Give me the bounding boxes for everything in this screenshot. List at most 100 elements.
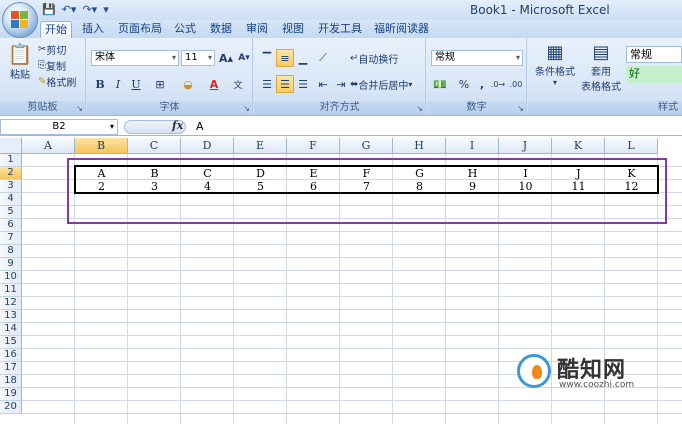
row-header-20[interactable]: 20 [0, 401, 22, 414]
align-center-icon[interactable]: ☰ [276, 75, 294, 93]
column-header-i[interactable]: I [446, 138, 499, 154]
chevron-down-icon: ▾ [171, 53, 176, 62]
italic-button[interactable]: I [109, 75, 127, 93]
row-header-4[interactable]: 4 [0, 193, 22, 206]
column-header-g[interactable]: G [340, 138, 393, 154]
coozhi-watermark: 酷知网 www.coozhi.com [515, 350, 645, 394]
number-format-combo[interactable]: 常规 ▾ [431, 50, 523, 66]
undo-icon[interactable]: ↶▾ [62, 2, 77, 18]
font-size-combo[interactable]: 11 ▾ [181, 50, 215, 66]
gridline [22, 322, 682, 323]
insert-function-button[interactable]: fx [172, 119, 183, 132]
decrease-indent-icon[interactable]: ⇤ [314, 75, 332, 93]
row-header-14[interactable]: 14 [0, 323, 22, 336]
row-header-9[interactable]: 9 [0, 258, 22, 271]
tab-view[interactable]: 视图 [278, 21, 308, 38]
row-header-17[interactable]: 17 [0, 362, 22, 375]
format-as-table-button[interactable]: ▤ 套用 表格格式 [578, 42, 624, 93]
increase-font-icon[interactable]: A▴ [217, 49, 235, 67]
office-button[interactable] [2, 2, 38, 38]
row-header-5[interactable]: 5 [0, 206, 22, 219]
row-header-1[interactable]: 1 [0, 154, 22, 167]
dialog-launcher-icon[interactable]: ↘ [76, 104, 83, 113]
alignment-group-label: 对齐方式 [254, 101, 425, 115]
dialog-launcher-icon[interactable]: ↘ [243, 104, 250, 113]
tab-insert[interactable]: 插入 [78, 21, 108, 38]
increase-decimal-icon[interactable]: .0→ [489, 75, 507, 93]
row-header-19[interactable]: 19 [0, 388, 22, 401]
tab-foxit-reader[interactable]: 福昕阅读器 [370, 21, 433, 38]
phonetic-icon[interactable]: 文 [229, 75, 247, 93]
column-header-j[interactable]: J [499, 138, 552, 154]
underline-button[interactable]: U [127, 75, 145, 93]
tab-formulas[interactable]: 公式 [170, 21, 200, 38]
dialog-launcher-icon[interactable]: ↘ [416, 104, 423, 113]
row-header-2[interactable]: 2 [0, 167, 22, 180]
formula-input[interactable]: A [196, 120, 204, 133]
row-header-7[interactable]: 7 [0, 232, 22, 245]
row-header-11[interactable]: 11 [0, 284, 22, 297]
copy-button[interactable]: ⎘ 复制 [38, 58, 66, 73]
percent-button[interactable]: % [455, 75, 473, 93]
redo-icon[interactable]: ↷▾ [82, 2, 97, 18]
fill-color-icon[interactable]: ◒ [179, 75, 197, 93]
conditional-formatting-button[interactable]: ▦ 条件格式 ▾ [532, 42, 578, 87]
column-header-d[interactable]: D [181, 138, 234, 154]
style-normal[interactable]: 常规 [626, 46, 682, 63]
align-top-icon[interactable]: ▔ [258, 49, 276, 67]
gridline [22, 231, 682, 232]
column-header-l[interactable]: L [605, 138, 658, 154]
ribbon: 📋 粘贴 ✂ 剪切 ⎘ 复制 ✎ 格式刷 剪贴板 ↘ 宋体 ▾ 11 ▾ A▴ … [0, 38, 682, 116]
decrease-decimal-icon[interactable]: .00 [507, 75, 525, 93]
gridline [22, 309, 682, 310]
wrap-text-button[interactable]: ↵ 自动换行 [350, 51, 398, 66]
column-header-a[interactable]: A [22, 138, 75, 154]
column-header-b[interactable]: B [75, 138, 128, 154]
align-middle-icon[interactable]: ≡ [276, 49, 294, 67]
row-header-13[interactable]: 13 [0, 310, 22, 323]
format-painter-button[interactable]: ✎ 格式刷 [38, 74, 76, 89]
row-header-8[interactable]: 8 [0, 245, 22, 258]
dialog-launcher-icon[interactable]: ↘ [517, 104, 524, 113]
save-icon[interactable]: 💾 [42, 2, 56, 18]
merge-center-button[interactable]: ⬌ 合并后居中 ▾ [350, 77, 412, 92]
font-name-combo[interactable]: 宋体 ▾ [91, 50, 179, 66]
increase-indent-icon[interactable]: ⇥ [332, 75, 350, 93]
select-all-corner[interactable] [0, 138, 22, 154]
row-header-3[interactable]: 3 [0, 180, 22, 193]
tab-data[interactable]: 数据 [206, 21, 236, 38]
paste-button[interactable]: 📋 粘贴 [6, 42, 34, 81]
row-header-6[interactable]: 6 [0, 219, 22, 232]
number-group: 常规 ▾ 💵 % , .0→ .00 数字 ↘ [427, 38, 527, 116]
row-header-12[interactable]: 12 [0, 297, 22, 310]
column-header-f[interactable]: F [287, 138, 340, 154]
tab-home[interactable]: 开始 [40, 21, 72, 38]
tab-developer[interactable]: 开发工具 [314, 21, 366, 38]
currency-icon[interactable]: 💵 [431, 75, 449, 93]
column-header-k[interactable]: K [552, 138, 605, 154]
align-right-icon[interactable]: ☰ [294, 75, 312, 93]
font-color-icon[interactable]: A [205, 75, 223, 93]
column-header-e[interactable]: E [234, 138, 287, 154]
align-left-icon[interactable]: ☰ [258, 75, 276, 93]
bold-button[interactable]: B [91, 75, 109, 93]
tab-review[interactable]: 审阅 [242, 21, 272, 38]
name-box[interactable]: B2 ▾ [0, 119, 118, 135]
customize-qat-icon[interactable]: ▾ [103, 2, 109, 18]
cut-button[interactable]: ✂ 剪切 [38, 42, 66, 57]
row-header-15[interactable]: 15 [0, 336, 22, 349]
column-header-h[interactable]: H [393, 138, 446, 154]
align-bottom-icon[interactable]: ▁ [294, 49, 312, 67]
style-good[interactable]: 好 [626, 66, 682, 83]
row-header-10[interactable]: 10 [0, 271, 22, 284]
row-header-16[interactable]: 16 [0, 349, 22, 362]
watermark-url: www.coozhi.com [559, 380, 635, 390]
orientation-icon[interactable]: ⟋ [314, 49, 332, 67]
tab-page-layout[interactable]: 页面布局 [114, 21, 166, 38]
title-bar: 💾 ↶▾ ↷▾ ▾ Book1 - Microsoft Excel [0, 0, 682, 20]
row-header-18[interactable]: 18 [0, 375, 22, 388]
column-header-c[interactable]: C [128, 138, 181, 154]
borders-icon[interactable]: ⊞ [151, 75, 169, 93]
gridline [22, 413, 682, 414]
decrease-font-icon[interactable]: A▾ [235, 49, 253, 67]
